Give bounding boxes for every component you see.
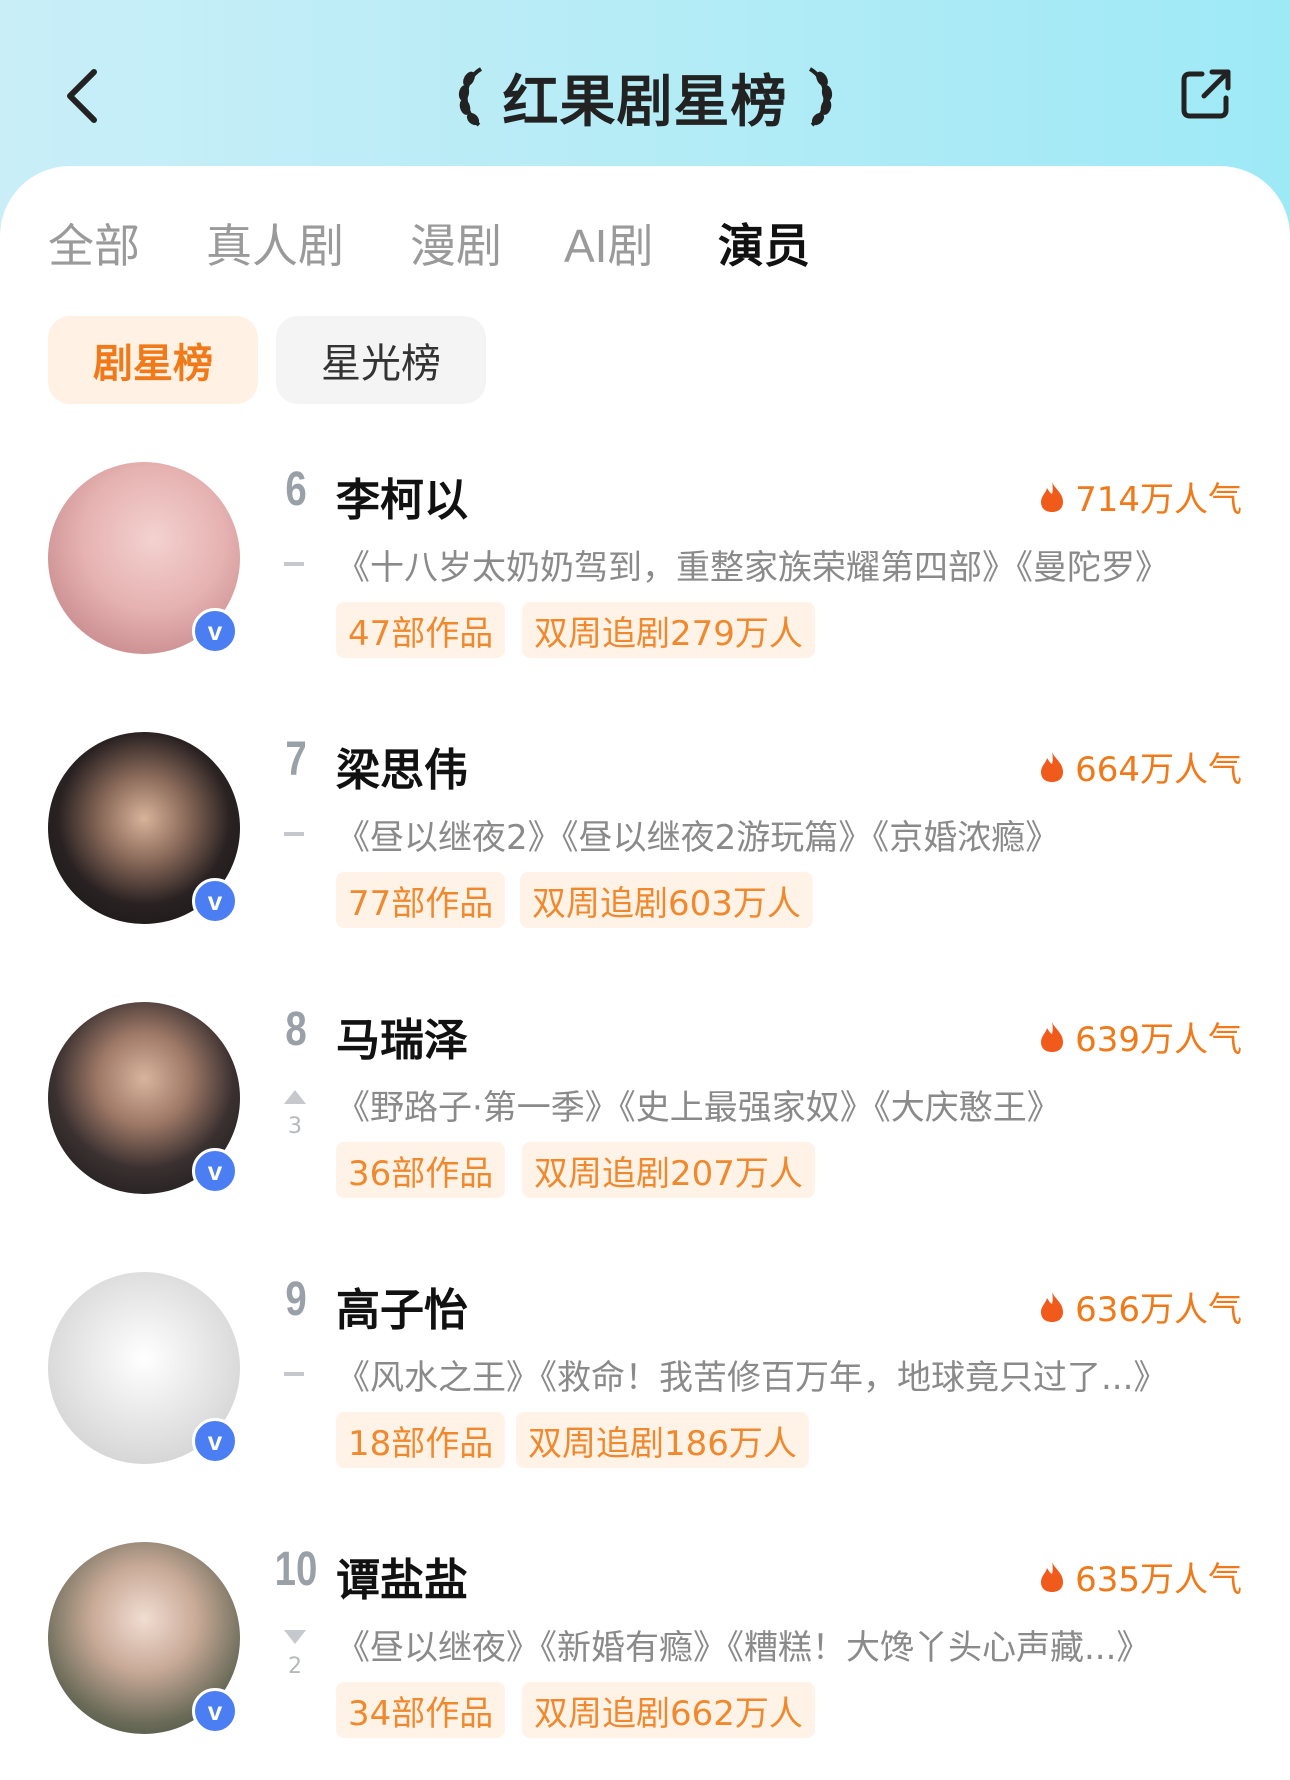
ranking-row[interactable]: v 8 3 马瑞泽 639万人气 《野路子·第一季》《史上最强家奴》《大庆憨王》…: [0, 1002, 1290, 1222]
popularity: 664万人气: [1039, 742, 1242, 791]
ranking-row[interactable]: v 7 梁思伟 664万人气 《昼以继夜2》《昼以继夜2游玩篇》《京婚浓瘾》 7…: [0, 732, 1290, 952]
rank-number: 9: [285, 1273, 307, 1326]
follow-count-tag: 双周追剧279万人: [522, 602, 815, 658]
fire-icon: [1041, 1291, 1064, 1322]
popularity: 636万人气: [1039, 1282, 1242, 1331]
trend-change: 2: [288, 1654, 302, 1679]
rank-number: 8: [285, 1003, 307, 1056]
trend-flat-icon: [284, 1372, 304, 1376]
works-count-tag: 18部作品: [336, 1412, 506, 1468]
works-count-tag: 47部作品: [336, 602, 506, 658]
rank-number: 7: [285, 733, 307, 786]
trend-change: 3: [288, 1114, 302, 1139]
follow-count-tag: 双周追剧662万人: [522, 1682, 815, 1738]
laurel-right-icon: [808, 67, 832, 127]
popularity-value: 636万人气: [1075, 1290, 1242, 1330]
works-count-tag: 36部作品: [336, 1142, 506, 1198]
ranking-row[interactable]: v 6 李柯以 714万人气 《十八岁太奶奶驾到，重整家族荣耀第四部》《曼陀罗》…: [0, 462, 1290, 682]
title-container: 红果剧星榜: [0, 60, 1290, 134]
works-count-tag: 77部作品: [336, 872, 506, 928]
works-list: 《昼以继夜》《新婚有瘾》《糟糕！大馋丫头心声藏...》: [336, 1628, 1151, 1668]
share-icon: [1181, 69, 1231, 119]
subtab-starlight-ranking[interactable]: 星光榜: [276, 316, 486, 404]
popularity-value: 664万人气: [1075, 750, 1242, 790]
ranking-row[interactable]: v 10 2 谭盐盐 635万人气 《昼以继夜》《新婚有瘾》《糟糕！大馋丫头心声…: [0, 1542, 1290, 1762]
rank-number: 10: [274, 1543, 318, 1596]
content-card: [0, 166, 1290, 1780]
header: 红果剧星榜: [0, 0, 1290, 190]
actor-name: 高子怡: [336, 1286, 468, 1335]
verified-icon: v: [192, 1418, 238, 1464]
works-list: 《风水之王》《救命！我苦修百万年，地球竟只过了...》: [336, 1358, 1168, 1398]
subtab-drama-star-ranking[interactable]: 剧星榜: [48, 316, 258, 404]
popularity: 639万人气: [1039, 1012, 1242, 1061]
verified-icon: v: [192, 608, 238, 654]
tab-all[interactable]: 全部: [48, 210, 140, 276]
follow-count-tag: 双周追剧603万人: [520, 872, 813, 928]
fire-icon: [1041, 1561, 1064, 1592]
fire-icon: [1041, 751, 1064, 782]
rank-number: 6: [285, 463, 307, 516]
fire-icon: [1041, 1021, 1064, 1052]
laurel-left-icon: [458, 67, 482, 127]
actor-name: 谭盐盐: [336, 1556, 468, 1605]
verified-icon: v: [192, 1148, 238, 1194]
follow-count-tag: 双周追剧186万人: [516, 1412, 809, 1468]
verified-icon: v: [192, 878, 238, 924]
popularity: 714万人气: [1039, 472, 1242, 521]
actor-name: 马瑞泽: [336, 1016, 468, 1065]
share-button[interactable]: [1178, 66, 1234, 122]
works-list: 《昼以继夜2》《昼以继夜2游玩篇》《京婚浓瘾》: [336, 818, 1060, 858]
popularity-value: 714万人气: [1075, 480, 1242, 520]
actor-name: 李柯以: [336, 476, 468, 525]
trend-flat-icon: [284, 832, 304, 836]
tab-live-action[interactable]: 真人剧: [206, 210, 344, 276]
works-count-tag: 34部作品: [336, 1682, 506, 1738]
tab-ai[interactable]: AI剧: [564, 210, 653, 276]
actor-name: 梁思伟: [336, 746, 468, 795]
works-list: 《十八岁太奶奶驾到，重整家族荣耀第四部》《曼陀罗》: [336, 548, 1169, 588]
tab-comic[interactable]: 漫剧: [410, 210, 502, 276]
trend-up-icon: [284, 1090, 306, 1104]
verified-icon: v: [192, 1688, 238, 1734]
popularity: 635万人气: [1039, 1552, 1242, 1601]
follow-count-tag: 双周追剧207万人: [522, 1142, 815, 1198]
page-title: 红果剧星榜: [502, 69, 788, 133]
trend-down-icon: [284, 1630, 306, 1644]
works-list: 《野路子·第一季》《史上最强家奴》《大庆憨王》: [336, 1088, 1061, 1128]
fire-icon: [1041, 481, 1064, 512]
ranking-row[interactable]: v 9 高子怡 636万人气 《风水之王》《救命！我苦修百万年，地球竟只过了..…: [0, 1272, 1290, 1492]
popularity-value: 635万人气: [1075, 1560, 1242, 1600]
trend-flat-icon: [284, 562, 304, 566]
tab-actors[interactable]: 演员: [718, 210, 810, 276]
popularity-value: 639万人气: [1075, 1020, 1242, 1060]
